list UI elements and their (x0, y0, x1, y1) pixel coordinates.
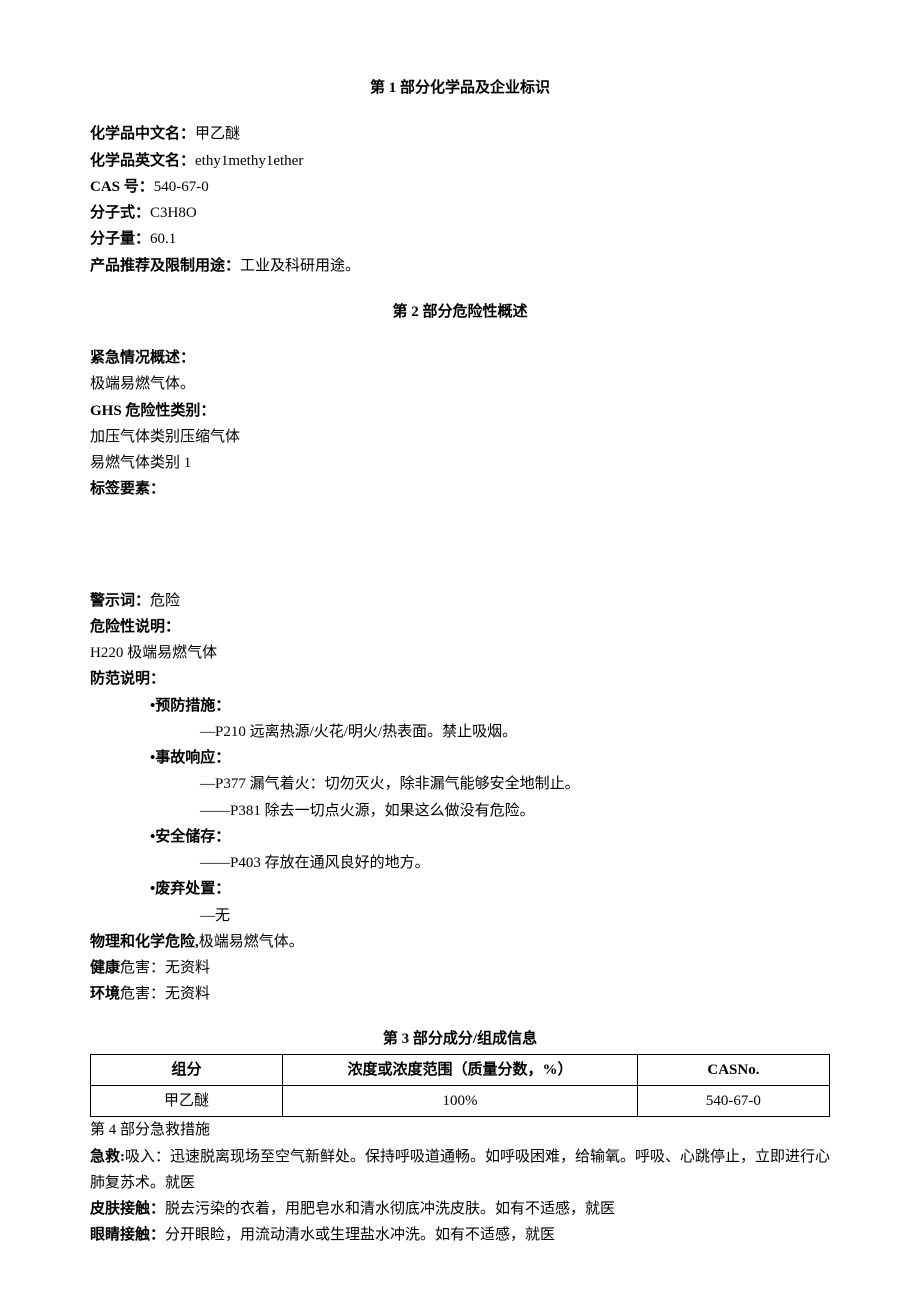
p381: ——P381 除去一切点火源，如果这么做没有危险。 (90, 798, 830, 824)
cas-row: CAS 号：540-67-0 (90, 174, 830, 200)
ghs-category-2: 易燃气体类别 1 (90, 450, 830, 476)
storage-label: •安全储存： (90, 824, 830, 850)
td-component: 甲乙醚 (91, 1086, 283, 1117)
formula-label: 分子式： (90, 205, 150, 221)
skin-label: 皮肤接触： (90, 1201, 165, 1217)
table-header-row: 组分 浓度或浓度范围（质量分数，%） CASNo. (91, 1054, 830, 1085)
name-en-label: 化学品英文名： (90, 153, 195, 169)
response-label: •事故响应： (90, 745, 830, 771)
name-cn-row: 化学品中文名：甲乙醚 (90, 121, 830, 147)
use-value: 工业及科研用途。 (240, 258, 360, 274)
section-1-title: 第 1 部分化学品及企业标识 (90, 75, 830, 101)
health-label: 健康 (90, 960, 120, 976)
section-3-title: 第 3 部分成分/组成信息 (90, 1026, 830, 1052)
formula-row: 分子式：C3H8O (90, 200, 830, 226)
phys-value: 极端易燃气体。 (199, 934, 304, 950)
eye-row: 眼睛接触：分开眼睑，用流动清水或生理盐水冲洗。如有不适感，就医 (90, 1222, 830, 1248)
eye-label: 眼睛接触： (90, 1227, 165, 1243)
section-4-title: 第 4 部分急救措施 (90, 1117, 830, 1143)
disposal-label: •废弃处置： (90, 876, 830, 902)
td-casno: 540-67-0 (637, 1086, 829, 1117)
health-value: 危害：无资料 (120, 960, 210, 976)
disposal-value: —无 (90, 903, 830, 929)
table-row: 甲乙醚 100% 540-67-0 (91, 1086, 830, 1117)
inhalation-label: 急救: (90, 1149, 125, 1165)
p210: —P210 远离热源/火花/明火/热表面。禁止吸烟。 (90, 719, 830, 745)
skin-value: 脱去污染的衣着，用肥皂水和清水彻底冲洗皮肤。如有不适感，就医 (165, 1201, 615, 1217)
env-label: 环境 (90, 986, 120, 1002)
env-value: 危害：无资料 (120, 986, 210, 1002)
emergency-label: 紧急情况概述： (90, 345, 830, 371)
name-en-row: 化学品英文名：ethy1methy1ether (90, 148, 830, 174)
ghs-label: GHS 危险性类别： (90, 398, 830, 424)
section-2-title: 第 2 部分危险性概述 (90, 299, 830, 325)
mw-row: 分子量：60.1 (90, 226, 830, 252)
p377: —P377 漏气着火：切勿灭火，除非漏气能够安全地制止。 (90, 771, 830, 797)
use-label: 产品推荐及限制用途： (90, 258, 240, 274)
ghs-category-1: 加压气体类别压缩气体 (90, 424, 830, 450)
name-en-value: ethy1methy1ether (195, 153, 303, 169)
prevent-label: •预防措施： (90, 693, 830, 719)
cas-value: 540-67-0 (154, 179, 209, 195)
eye-value: 分开眼睑，用流动清水或生理盐水冲洗。如有不适感，就医 (165, 1227, 555, 1243)
env-row: 环境危害：无资料 (90, 981, 830, 1007)
cas-label: CAS 号： (90, 179, 154, 195)
signal-row: 警示词：危险 (90, 588, 830, 614)
composition-table: 组分 浓度或浓度范围（质量分数，%） CASNo. 甲乙醚 100% 540-6… (90, 1054, 830, 1118)
phys-label: 物理和化学危险, (90, 934, 199, 950)
th-component: 组分 (91, 1054, 283, 1085)
td-concentration: 100% (283, 1086, 638, 1117)
mw-label: 分子量： (90, 231, 150, 247)
pictogram-placeholder (90, 503, 830, 588)
use-row: 产品推荐及限制用途：工业及科研用途。 (90, 253, 830, 279)
name-cn-value: 甲乙醚 (195, 126, 240, 142)
skin-row: 皮肤接触：脱去污染的衣着，用肥皂水和清水彻底冲洗皮肤。如有不适感，就医 (90, 1196, 830, 1222)
h220: H220 极端易燃气体 (90, 640, 830, 666)
inhalation-value: 吸入：迅速脱离现场至空气新鲜处。保持呼吸道通畅。如呼吸困难，给输氧。呼吸、心跳停… (90, 1149, 830, 1191)
p403: ——P403 存放在通风良好的地方。 (90, 850, 830, 876)
th-casno: CASNo. (637, 1054, 829, 1085)
phys-row: 物理和化学危险,极端易燃气体。 (90, 929, 830, 955)
formula-value: C3H8O (150, 205, 197, 221)
signal-label: 警示词： (90, 593, 150, 609)
name-cn-label: 化学品中文名： (90, 126, 195, 142)
emergency-value: 极端易燃气体。 (90, 371, 830, 397)
inhale-row: 急救:吸入：迅速脱离现场至空气新鲜处。保持呼吸道通畅。如呼吸困难，给输氧。呼吸、… (90, 1144, 830, 1197)
signal-value: 危险 (150, 593, 180, 609)
mw-value: 60.1 (150, 231, 176, 247)
th-concentration: 浓度或浓度范围（质量分数，%） (283, 1054, 638, 1085)
precaution-label: 防范说明： (90, 666, 830, 692)
hazard-label: 危险性说明： (90, 614, 830, 640)
health-row: 健康危害：无资料 (90, 955, 830, 981)
label-elements: 标签要素： (90, 476, 830, 502)
